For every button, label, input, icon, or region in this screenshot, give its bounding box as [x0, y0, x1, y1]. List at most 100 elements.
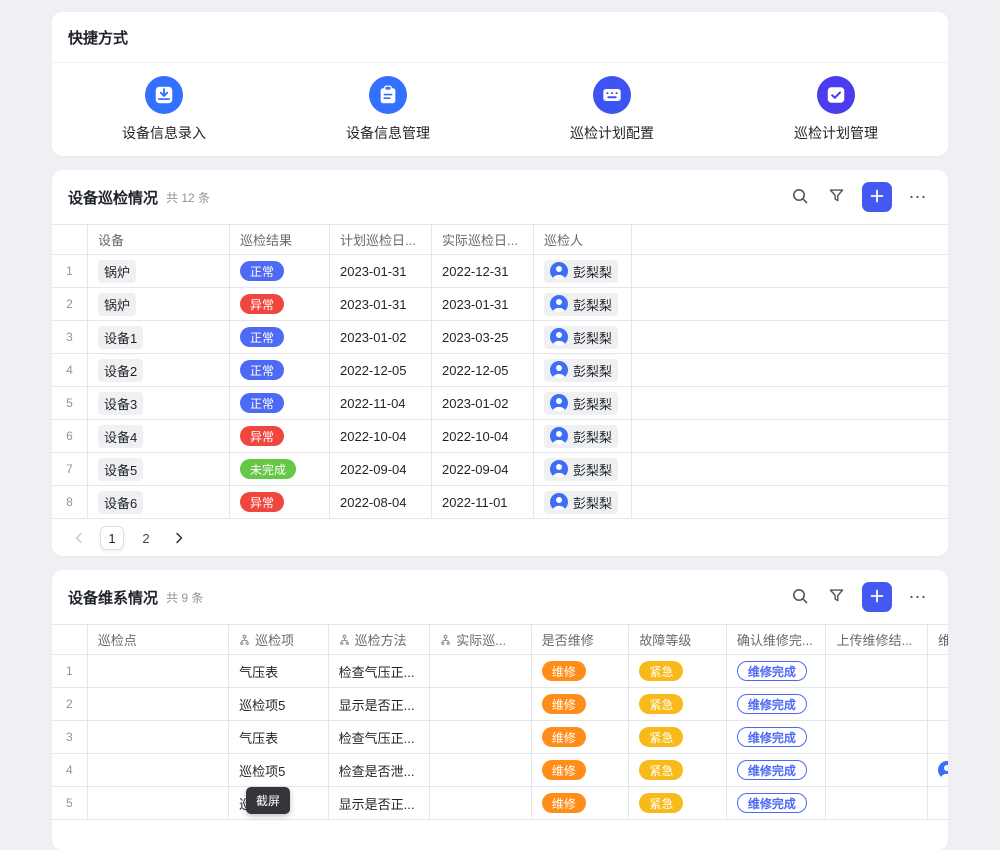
level-cell[interactable]: 紧急 — [629, 655, 727, 687]
repair-cell[interactable]: 维修 — [532, 721, 630, 753]
actual-cell[interactable] — [430, 721, 532, 753]
device-cell[interactable]: 设备4 — [88, 420, 230, 452]
column-header[interactable]: 维... — [928, 625, 948, 654]
repair-cell[interactable]: 维修 — [532, 688, 630, 720]
prev-page-icon[interactable] — [68, 527, 90, 549]
point-cell[interactable] — [88, 754, 229, 786]
confirm-cell[interactable]: 维修完成 — [727, 721, 827, 753]
point-cell[interactable] — [88, 688, 229, 720]
level-cell[interactable]: 紧急 — [629, 688, 727, 720]
column-header[interactable]: 故障等级 — [629, 625, 727, 654]
extra-cell[interactable] — [928, 655, 948, 687]
shortcut-device-entry[interactable]: 设备信息录入 — [52, 76, 276, 143]
item-cell[interactable]: 巡检项5 — [229, 688, 329, 720]
confirm-cell[interactable]: 维修完成 — [727, 754, 827, 786]
shortcut-device-manage[interactable]: 设备信息管理 — [276, 76, 500, 143]
column-header[interactable]: 实际巡... — [430, 625, 532, 654]
column-header[interactable]: 巡检人 — [534, 225, 632, 254]
actual-date-cell[interactable]: 2023-01-31 — [432, 288, 534, 320]
add-record-button[interactable] — [862, 582, 892, 612]
extra-cell[interactable] — [928, 721, 948, 753]
inspector-cell[interactable]: 彭梨梨 — [534, 486, 632, 518]
result-cell[interactable]: 异常 — [230, 420, 330, 452]
repair-cell[interactable]: 维修 — [532, 754, 630, 786]
result-cell[interactable]: 正常 — [230, 321, 330, 353]
upload-cell[interactable] — [826, 754, 928, 786]
level-cell[interactable]: 紧急 — [629, 754, 727, 786]
device-cell[interactable]: 锅炉 — [88, 255, 230, 287]
planned-date-cell[interactable]: 2022-09-04 — [330, 453, 432, 485]
item-cell[interactable]: 气压表 — [229, 721, 329, 753]
level-cell[interactable]: 紧急 — [629, 721, 727, 753]
search-button[interactable] — [786, 183, 814, 211]
device-cell[interactable]: 设备1 — [88, 321, 230, 353]
extra-cell[interactable] — [928, 787, 948, 819]
device-cell[interactable]: 设备5 — [88, 453, 230, 485]
filter-button[interactable] — [822, 583, 850, 611]
column-header[interactable]: 巡检项 — [229, 625, 329, 654]
method-cell[interactable]: 显示是否正... — [329, 688, 431, 720]
column-header[interactable]: 上传维修结... — [826, 625, 928, 654]
level-cell[interactable]: 紧急 — [629, 787, 727, 819]
shortcut-plan-config[interactable]: 巡检计划配置 — [500, 76, 724, 143]
column-header[interactable]: 设备 — [88, 225, 230, 254]
inspector-cell[interactable]: 彭梨梨 — [534, 321, 632, 353]
inspector-cell[interactable]: 彭梨梨 — [534, 420, 632, 452]
shortcut-plan-manage[interactable]: 巡检计划管理 — [724, 76, 948, 143]
upload-cell[interactable] — [826, 787, 928, 819]
actual-date-cell[interactable]: 2022-09-04 — [432, 453, 534, 485]
actual-date-cell[interactable]: 2023-03-25 — [432, 321, 534, 353]
actual-date-cell[interactable]: 2022-12-05 — [432, 354, 534, 386]
more-button[interactable]: ⋯ — [904, 583, 932, 611]
result-cell[interactable]: 正常 — [230, 354, 330, 386]
device-cell[interactable]: 设备6 — [88, 486, 230, 518]
planned-date-cell[interactable]: 2022-08-04 — [330, 486, 432, 518]
column-header[interactable]: 是否维修 — [532, 625, 630, 654]
upload-cell[interactable] — [826, 688, 928, 720]
confirm-cell[interactable]: 维修完成 — [727, 688, 827, 720]
page-1[interactable]: 1 — [100, 526, 124, 550]
actual-cell[interactable] — [430, 754, 532, 786]
inspector-cell[interactable]: 彭梨梨 — [534, 255, 632, 287]
extra-cell[interactable] — [928, 754, 948, 786]
page-2[interactable]: 2 — [134, 526, 158, 550]
item-cell[interactable]: 气压表 — [229, 655, 329, 687]
actual-cell[interactable] — [430, 787, 532, 819]
more-button[interactable]: ⋯ — [904, 183, 932, 211]
point-cell[interactable] — [88, 787, 229, 819]
actual-date-cell[interactable]: 2022-11-01 — [432, 486, 534, 518]
filter-button[interactable] — [822, 183, 850, 211]
inspector-cell[interactable]: 彭梨梨 — [534, 453, 632, 485]
repair-cell[interactable]: 维修 — [532, 787, 630, 819]
confirm-cell[interactable]: 维修完成 — [727, 787, 827, 819]
search-button[interactable] — [786, 583, 814, 611]
result-cell[interactable]: 异常 — [230, 288, 330, 320]
device-cell[interactable]: 锅炉 — [88, 288, 230, 320]
device-cell[interactable]: 设备2 — [88, 354, 230, 386]
result-cell[interactable]: 未完成 — [230, 453, 330, 485]
actual-date-cell[interactable]: 2022-10-04 — [432, 420, 534, 452]
method-cell[interactable]: 检查气压正... — [329, 655, 431, 687]
planned-date-cell[interactable]: 2023-01-02 — [330, 321, 432, 353]
planned-date-cell[interactable]: 2022-10-04 — [330, 420, 432, 452]
item-cell[interactable]: 巡检项5 — [229, 754, 329, 786]
column-header[interactable]: 实际巡检日... — [432, 225, 534, 254]
column-header[interactable]: 巡检方法 — [329, 625, 431, 654]
upload-cell[interactable] — [826, 721, 928, 753]
planned-date-cell[interactable]: 2022-12-05 — [330, 354, 432, 386]
device-cell[interactable]: 设备3 — [88, 387, 230, 419]
planned-date-cell[interactable]: 2023-01-31 — [330, 255, 432, 287]
actual-date-cell[interactable]: 2023-01-02 — [432, 387, 534, 419]
column-header[interactable]: 巡检点 — [88, 625, 229, 654]
method-cell[interactable]: 显示是否正... — [329, 787, 431, 819]
add-record-button[interactable] — [862, 182, 892, 212]
planned-date-cell[interactable]: 2022-11-04 — [330, 387, 432, 419]
column-header[interactable]: 巡检结果 — [230, 225, 330, 254]
inspector-cell[interactable]: 彭梨梨 — [534, 387, 632, 419]
actual-date-cell[interactable]: 2022-12-31 — [432, 255, 534, 287]
next-page-icon[interactable] — [168, 527, 190, 549]
result-cell[interactable]: 异常 — [230, 486, 330, 518]
actual-cell[interactable] — [430, 655, 532, 687]
confirm-cell[interactable]: 维修完成 — [727, 655, 827, 687]
inspector-cell[interactable]: 彭梨梨 — [534, 354, 632, 386]
